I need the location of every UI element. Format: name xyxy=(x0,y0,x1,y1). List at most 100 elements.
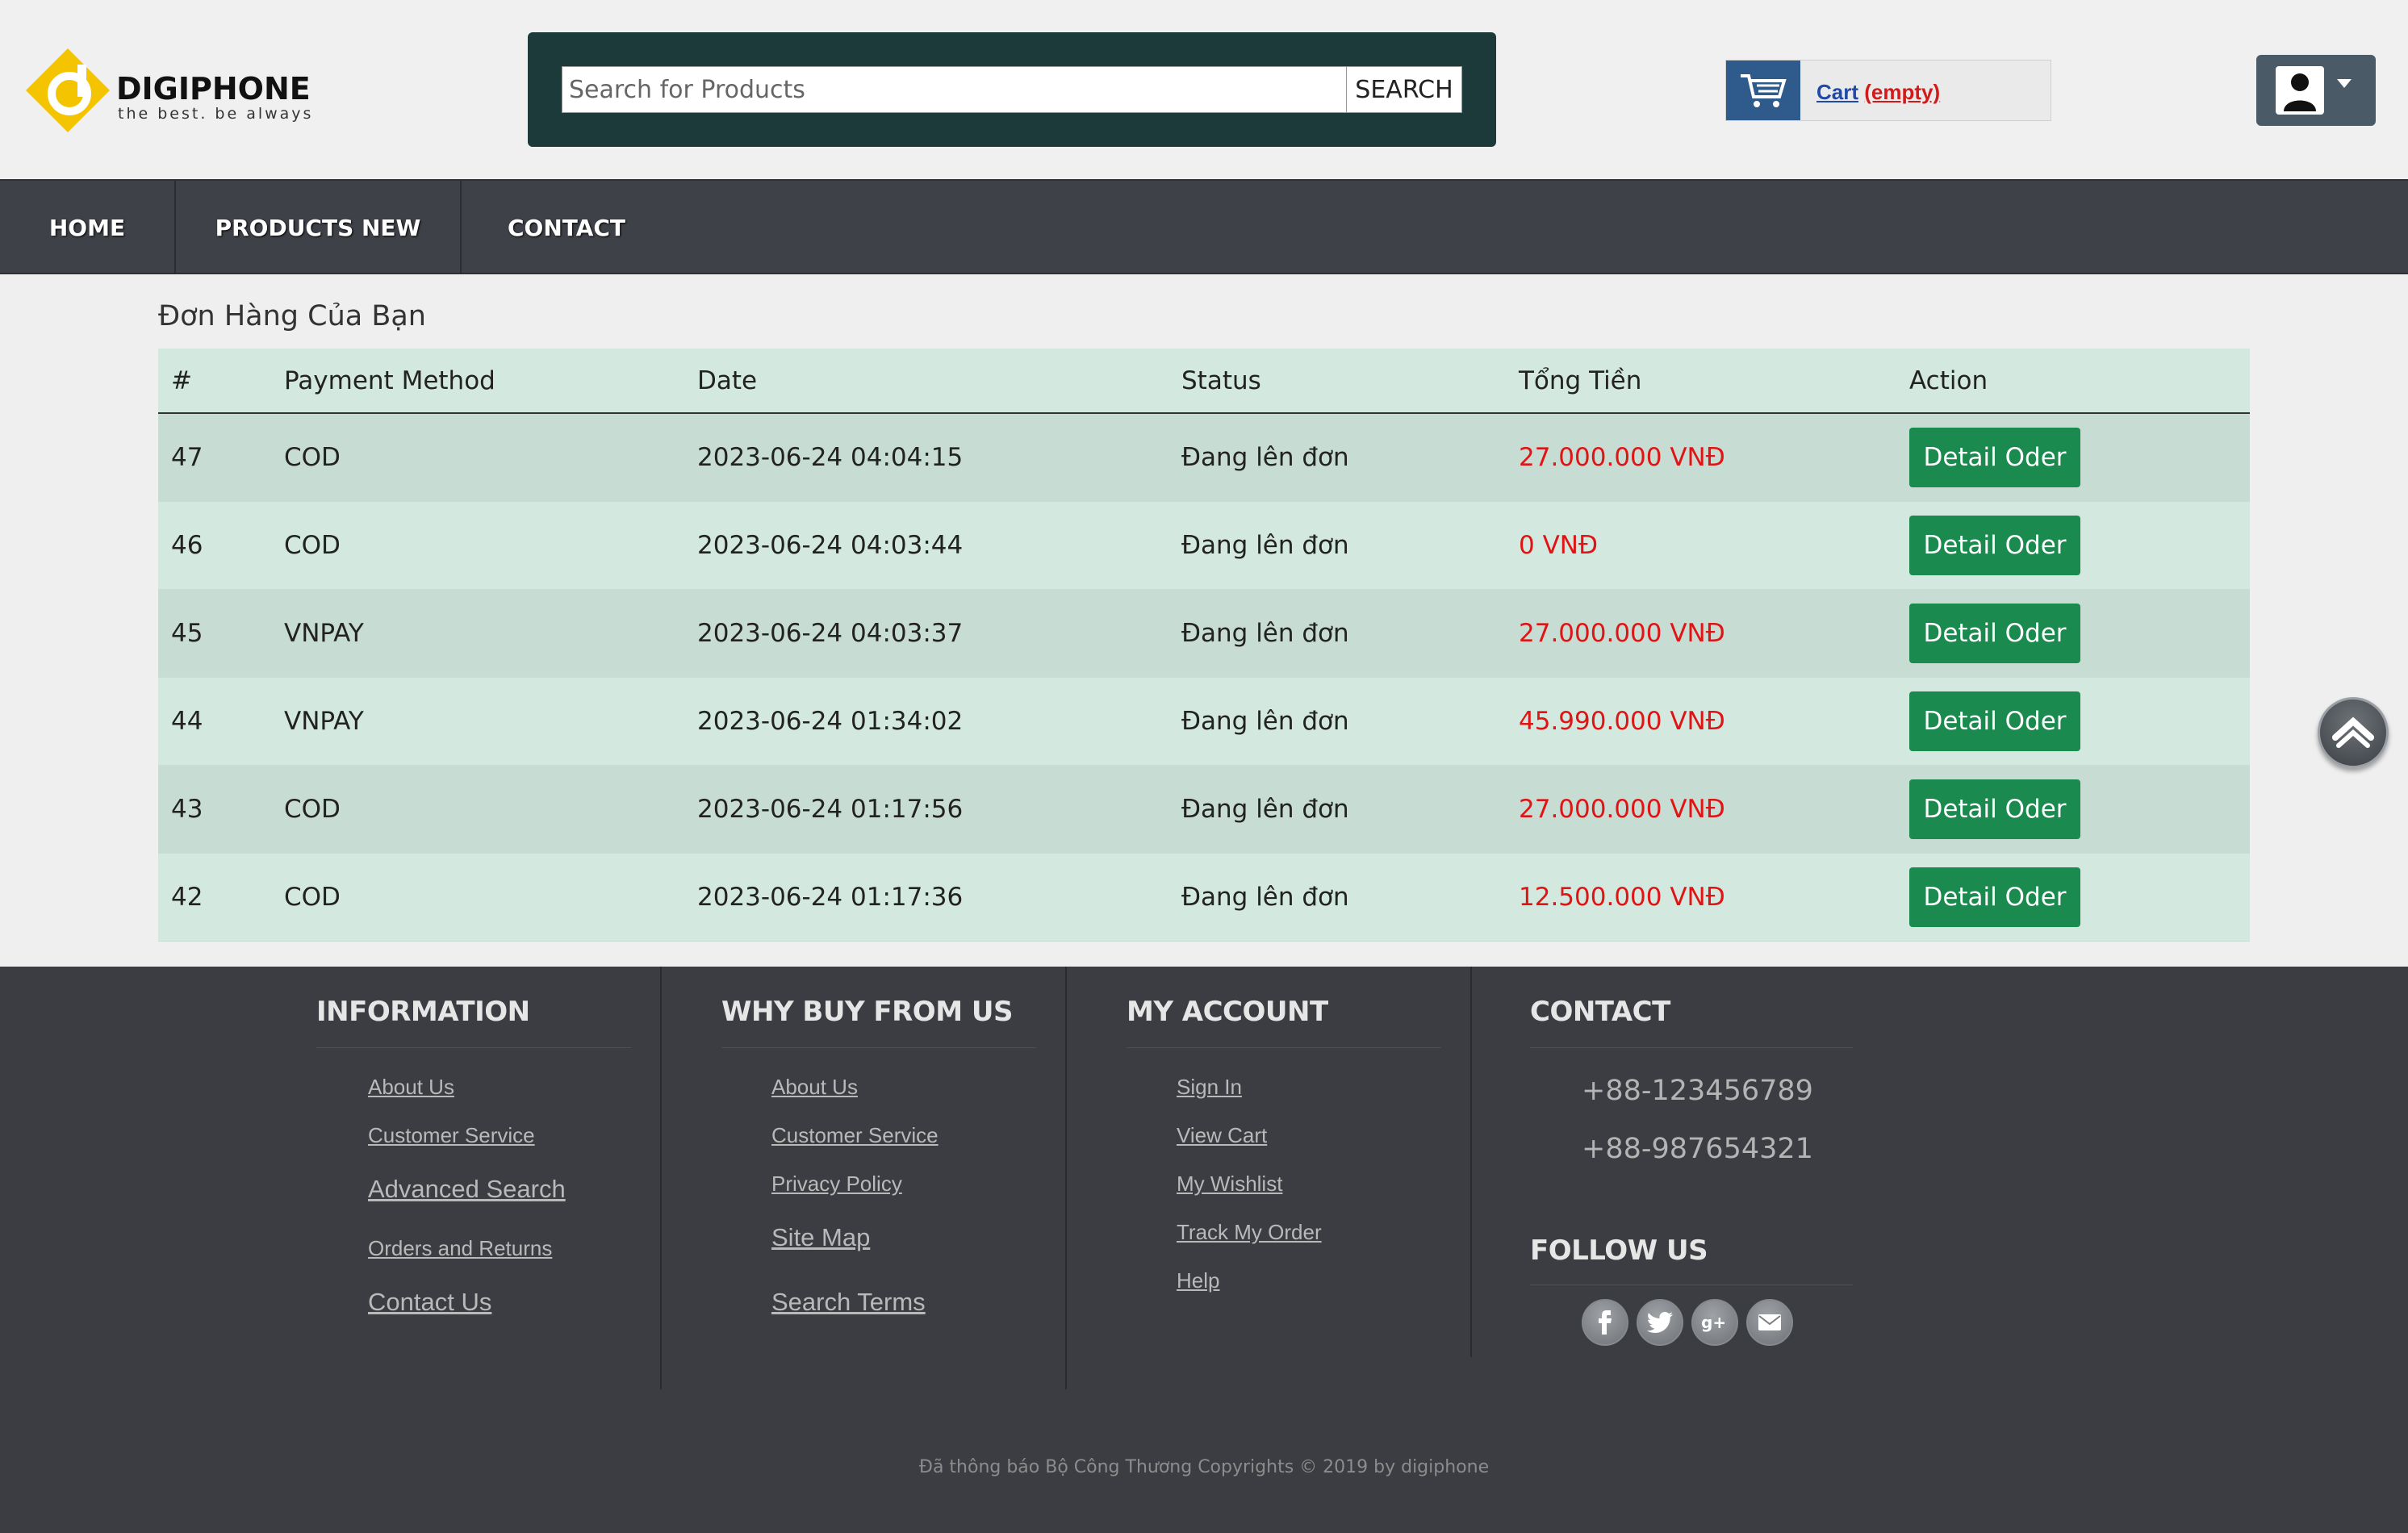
order-id: 42 xyxy=(158,853,271,942)
footer-link-sign-in[interactable]: Sign In xyxy=(1177,1075,1242,1100)
order-status: Đang lên đơn xyxy=(1168,589,1506,678)
order-total: 12.500.000 VNĐ xyxy=(1506,853,1896,942)
order-id: 43 xyxy=(158,765,271,854)
footer-link-contact-us[interactable]: Contact Us xyxy=(368,1288,491,1317)
facebook-icon[interactable] xyxy=(1582,1299,1628,1346)
footer-link-privacy-policy[interactable]: Privacy Policy xyxy=(771,1172,902,1197)
chevron-up-icon xyxy=(2332,716,2374,748)
detail-order-button[interactable]: Detail Oder xyxy=(1909,515,2080,575)
order-date: 2023-06-24 04:03:37 xyxy=(684,589,1168,678)
cart-status[interactable]: (empty) xyxy=(1864,80,1940,104)
footer-link-about-us[interactable]: About Us xyxy=(368,1075,454,1100)
footer-link-search-terms[interactable]: Search Terms xyxy=(771,1288,926,1317)
footer-rule xyxy=(1530,1047,1853,1048)
footer-copyright: Đã thông báo Bộ Công Thương Copyrights ©… xyxy=(918,1457,1490,1477)
footer-heading-information: INFORMATION xyxy=(316,996,530,1028)
footer-rule xyxy=(316,1047,631,1048)
search-button[interactable]: SEARCH xyxy=(1346,66,1462,113)
detail-order-button[interactable]: Detail Oder xyxy=(1909,867,2080,927)
order-action-cell: Detail Oder xyxy=(1896,765,2250,854)
logo-tagline: the best. be always xyxy=(118,105,314,123)
table-row: 47 COD 2023-06-24 04:04:15 Đang lên đơn … xyxy=(158,413,2250,502)
table-row: 43 COD 2023-06-24 01:17:56 Đang lên đơn … xyxy=(158,765,2250,854)
order-date: 2023-06-24 01:17:56 xyxy=(684,765,1168,854)
order-total: 27.000.000 VNĐ xyxy=(1506,589,1896,678)
order-payment: VNPAY xyxy=(271,677,684,766)
site-header: DIGIPHONE the best. be always SEARCH Car… xyxy=(0,0,2408,179)
footer-link-view-cart[interactable]: View Cart xyxy=(1177,1123,1267,1148)
order-date: 2023-06-24 01:34:02 xyxy=(684,677,1168,766)
order-action-cell: Detail Oder xyxy=(1896,853,2250,942)
column-header-action: Action xyxy=(1896,349,2250,414)
account-menu-button[interactable] xyxy=(2256,55,2376,126)
order-date: 2023-06-24 01:17:36 xyxy=(684,853,1168,942)
footer-heading-follow-us: FOLLOW US xyxy=(1530,1234,1708,1267)
footer-phone-1: +88-123456789 xyxy=(1582,1075,1813,1107)
footer-link-advanced-search[interactable]: Advanced Search xyxy=(368,1175,566,1204)
table-row: 44 VNPAY 2023-06-24 01:34:02 Đang lên đơ… xyxy=(158,677,2250,766)
google-plus-icon[interactable]: g+ xyxy=(1691,1299,1738,1346)
nav-products-new[interactable]: PRODUCTS NEW xyxy=(176,181,462,274)
search-bar: SEARCH xyxy=(528,32,1496,147)
search-input[interactable] xyxy=(562,66,1388,113)
nav-contact[interactable]: CONTACT xyxy=(462,181,671,274)
footer-link-orders-returns[interactable]: Orders and Returns xyxy=(368,1236,552,1261)
order-date: 2023-06-24 04:03:44 xyxy=(684,501,1168,590)
order-payment: VNPAY xyxy=(271,589,684,678)
footer-rule xyxy=(1530,1284,1853,1285)
logo-mark-icon xyxy=(26,48,110,132)
order-payment: COD xyxy=(271,765,684,854)
scroll-to-top-button[interactable] xyxy=(2318,697,2389,768)
email-icon[interactable] xyxy=(1746,1299,1793,1346)
order-status: Đang lên đơn xyxy=(1168,765,1506,854)
footer-phone-2: +88-987654321 xyxy=(1582,1133,1813,1165)
site-logo[interactable]: DIGIPHONE the best. be always xyxy=(24,47,315,136)
order-total: 27.000.000 VNĐ xyxy=(1506,413,1896,502)
footer-link-site-map[interactable]: Site Map xyxy=(771,1223,870,1252)
footer-link-track-order[interactable]: Track My Order xyxy=(1177,1220,1322,1245)
table-row: 46 COD 2023-06-24 04:03:44 Đang lên đơn … xyxy=(158,501,2250,590)
svg-text:g+: g+ xyxy=(1701,1313,1726,1332)
order-payment: COD xyxy=(271,853,684,942)
footer-rule xyxy=(721,1047,1036,1048)
detail-order-button[interactable]: Detail Oder xyxy=(1909,691,2080,751)
footer-link-customer-service[interactable]: Customer Service xyxy=(771,1123,939,1148)
column-header-date: Date xyxy=(684,349,1168,414)
cart-link[interactable]: Cart xyxy=(1816,80,1858,104)
footer-divider xyxy=(660,967,662,1389)
order-total: 27.000.000 VNĐ xyxy=(1506,765,1896,854)
footer-link-customer-service[interactable]: Customer Service xyxy=(368,1123,535,1148)
detail-order-button[interactable]: Detail Oder xyxy=(1909,603,2080,663)
footer-rule xyxy=(1127,1047,1441,1048)
order-status: Đang lên đơn xyxy=(1168,413,1506,502)
twitter-icon[interactable] xyxy=(1637,1299,1683,1346)
table-row: 45 VNPAY 2023-06-24 04:03:37 Đang lên đơ… xyxy=(158,589,2250,678)
footer-link-help[interactable]: Help xyxy=(1177,1268,1219,1293)
footer-link-about-us[interactable]: About Us xyxy=(771,1075,858,1100)
order-payment: COD xyxy=(271,501,684,590)
detail-order-button[interactable]: Detail Oder xyxy=(1909,779,2080,839)
column-header-payment: Payment Method xyxy=(271,349,684,414)
order-id: 44 xyxy=(158,677,271,766)
order-total: 45.990.000 VNĐ xyxy=(1506,677,1896,766)
footer-divider xyxy=(1065,967,1067,1389)
order-status: Đang lên đơn xyxy=(1168,853,1506,942)
main-nav: HOME PRODUCTS NEW CONTACT xyxy=(0,179,2408,274)
detail-order-button[interactable]: Detail Oder xyxy=(1909,427,2080,487)
user-icon xyxy=(2276,66,2324,115)
column-header-total: Tổng Tiền xyxy=(1506,349,1896,414)
chevron-down-icon xyxy=(2337,79,2352,88)
footer-heading-why-buy: WHY BUY FROM US xyxy=(721,996,1013,1028)
site-footer: INFORMATION About Us Customer Service Ad… xyxy=(0,967,2408,1533)
order-action-cell: Detail Oder xyxy=(1896,413,2250,502)
column-header-status: Status xyxy=(1168,349,1506,414)
cart-widget[interactable]: Cart (empty) xyxy=(1725,60,2051,121)
order-id: 46 xyxy=(158,501,271,590)
order-action-cell: Detail Oder xyxy=(1896,501,2250,590)
order-id: 45 xyxy=(158,589,271,678)
footer-link-my-wishlist[interactable]: My Wishlist xyxy=(1177,1172,1282,1197)
column-header-id: # xyxy=(158,349,271,414)
order-id: 47 xyxy=(158,413,271,502)
order-date: 2023-06-24 04:04:15 xyxy=(684,413,1168,502)
nav-home[interactable]: HOME xyxy=(0,181,176,274)
